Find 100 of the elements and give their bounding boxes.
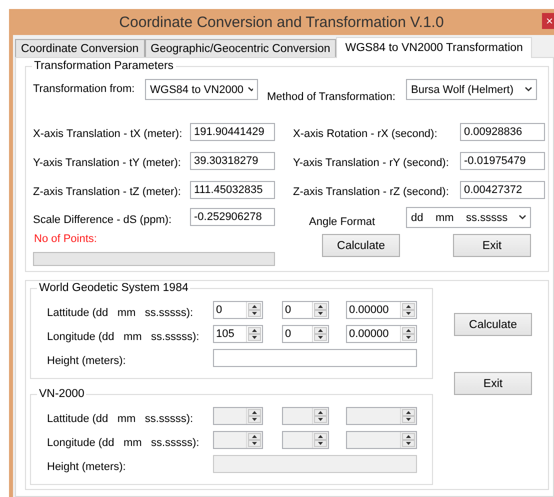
calculate-button[interactable]: Calculate xyxy=(454,313,532,336)
spin-up-button[interactable] xyxy=(248,409,261,416)
spin-down-button[interactable] xyxy=(248,334,261,341)
up-triangle-icon xyxy=(406,435,411,438)
text-field[interactable]: 111.45032835 xyxy=(190,181,275,199)
field-label: X-axis Translation - tX (meter): xyxy=(33,127,184,140)
spin-value: 0 xyxy=(284,303,292,318)
spin-down-button[interactable] xyxy=(402,334,415,341)
down-triangle-icon xyxy=(252,418,257,421)
field-label: Y-axis Translation - tY (meter): xyxy=(33,156,182,169)
down-triangle-icon xyxy=(406,442,411,445)
down-triangle-icon xyxy=(252,442,257,445)
spin-box[interactable]: 0 xyxy=(213,301,263,319)
tab[interactable]: Geographic/Geocentric Conversion xyxy=(144,39,336,57)
up-triangle-icon xyxy=(318,411,323,414)
exit-button[interactable]: Exit xyxy=(454,372,532,395)
spin-down-button[interactable] xyxy=(314,310,327,317)
tab[interactable]: Coordinate Conversion xyxy=(15,39,145,57)
spin-value: 0 xyxy=(284,327,292,342)
spin-up-button[interactable] xyxy=(402,303,415,310)
up-triangle-icon xyxy=(252,305,257,308)
spin-up-button[interactable] xyxy=(402,327,415,334)
spin-box[interactable]: 105 xyxy=(213,325,263,343)
down-triangle-icon xyxy=(318,442,323,445)
text-field[interactable]: 191.90441429 xyxy=(190,123,275,141)
text-field[interactable] xyxy=(213,349,417,367)
up-triangle-icon xyxy=(252,329,257,332)
points-label: No of Points: xyxy=(34,233,98,245)
dropdown[interactable]: Bursa Wolf (Helmert) xyxy=(406,79,537,100)
group-title: Transformation Parameters xyxy=(32,60,176,72)
spin-box[interactable]: 0.00000 xyxy=(346,325,417,343)
spin-down-button[interactable] xyxy=(402,440,415,447)
down-triangle-icon xyxy=(406,336,411,339)
spin-up-button[interactable] xyxy=(402,433,415,440)
field-label: Y-axis Translation - rY (second): xyxy=(293,156,450,169)
exit-button[interactable]: Exit xyxy=(453,234,531,257)
field-label: Longitude (dd mm ss.sssss): xyxy=(46,436,200,449)
up-triangle-icon xyxy=(406,411,411,414)
down-triangle-icon xyxy=(406,312,411,315)
spin-up-button[interactable] xyxy=(314,409,327,416)
spin-box[interactable]: 0.00000 xyxy=(346,301,417,319)
field-label: X-axis Rotation - rX (second): xyxy=(293,127,438,140)
field-label: Scale Difference - dS (ppm): xyxy=(33,213,173,226)
field-label: Method of Transformation: xyxy=(266,90,396,103)
spin-box[interactable]: 0 xyxy=(282,301,329,319)
spin-down-button[interactable] xyxy=(248,416,261,423)
field-label: Transformation from: xyxy=(33,82,136,95)
field-label: Lattitude (dd mm ss.sssss): xyxy=(46,306,194,319)
up-triangle-icon xyxy=(318,435,323,438)
field-label: Z-axis Translation - tZ (meter): xyxy=(33,185,182,198)
spin-up-button[interactable] xyxy=(248,303,261,310)
field-label: Angle Format xyxy=(308,215,376,228)
spin-value: 0 xyxy=(215,303,224,318)
spin-up-button[interactable] xyxy=(314,303,327,310)
window-title: Coordinate Conversion and Transformation V.1.0 xyxy=(118,14,445,30)
dropdown[interactable]: dd mm ss.sssss xyxy=(406,207,531,228)
spin-up-button[interactable] xyxy=(314,327,327,334)
spin-down-button[interactable] xyxy=(314,440,327,447)
spin-up-button[interactable] xyxy=(402,409,415,416)
spin-value: 105 xyxy=(215,327,236,342)
text-field[interactable]: 39.30318279 xyxy=(190,152,275,170)
spin-down-button[interactable] xyxy=(402,310,415,317)
spin-down-button[interactable] xyxy=(314,416,327,423)
spin-up-button[interactable] xyxy=(248,327,261,334)
dropdown[interactable]: WGS84 to VN2000 xyxy=(145,79,258,100)
down-triangle-icon xyxy=(318,312,323,315)
close-button[interactable]: × xyxy=(542,13,554,29)
spin-value: 0.00000 xyxy=(348,303,390,318)
spin-value: 0.00000 xyxy=(348,327,390,342)
spin-down-button[interactable] xyxy=(248,440,261,447)
down-triangle-icon xyxy=(252,312,257,315)
up-triangle-icon xyxy=(406,329,411,332)
spin-box[interactable]: 0 xyxy=(282,325,329,343)
down-triangle-icon xyxy=(406,418,411,421)
field-label: Lattitude (dd mm ss.sssss): xyxy=(46,412,194,425)
spin-down-button[interactable] xyxy=(402,416,415,423)
group-title: VN-2000 xyxy=(37,388,86,400)
field-label: Z-axis Translation - rZ (second): xyxy=(293,185,450,198)
spin-up-button[interactable] xyxy=(248,433,261,440)
chevron-down-icon xyxy=(525,87,532,92)
up-triangle-icon xyxy=(318,329,323,332)
calculate-button[interactable]: Calculate xyxy=(322,234,400,257)
chevron-down-icon xyxy=(519,215,526,220)
up-triangle-icon xyxy=(252,435,257,438)
up-triangle-icon xyxy=(406,305,411,308)
text-field[interactable]: 0.00427372 xyxy=(460,181,545,199)
tab[interactable]: WGS84 to VN2000 Transformation xyxy=(336,37,532,58)
group-title: World Geodetic System 1984 xyxy=(37,282,190,294)
text-field[interactable]: -0.252906278 xyxy=(190,208,275,226)
text-field[interactable]: -0.01975479 xyxy=(460,152,545,170)
spin-down-button[interactable] xyxy=(314,334,327,341)
chevron-down-icon xyxy=(248,87,253,92)
field-label: Longitude (dd mm ss.sssss): xyxy=(46,330,200,343)
field-label: Height (meters): xyxy=(46,460,127,473)
down-triangle-icon xyxy=(318,418,323,421)
field-label: Height (meters): xyxy=(46,354,127,367)
up-triangle-icon xyxy=(252,411,257,414)
spin-down-button[interactable] xyxy=(248,310,261,317)
text-field[interactable]: 0.00928836 xyxy=(460,123,545,141)
spin-up-button[interactable] xyxy=(314,433,327,440)
